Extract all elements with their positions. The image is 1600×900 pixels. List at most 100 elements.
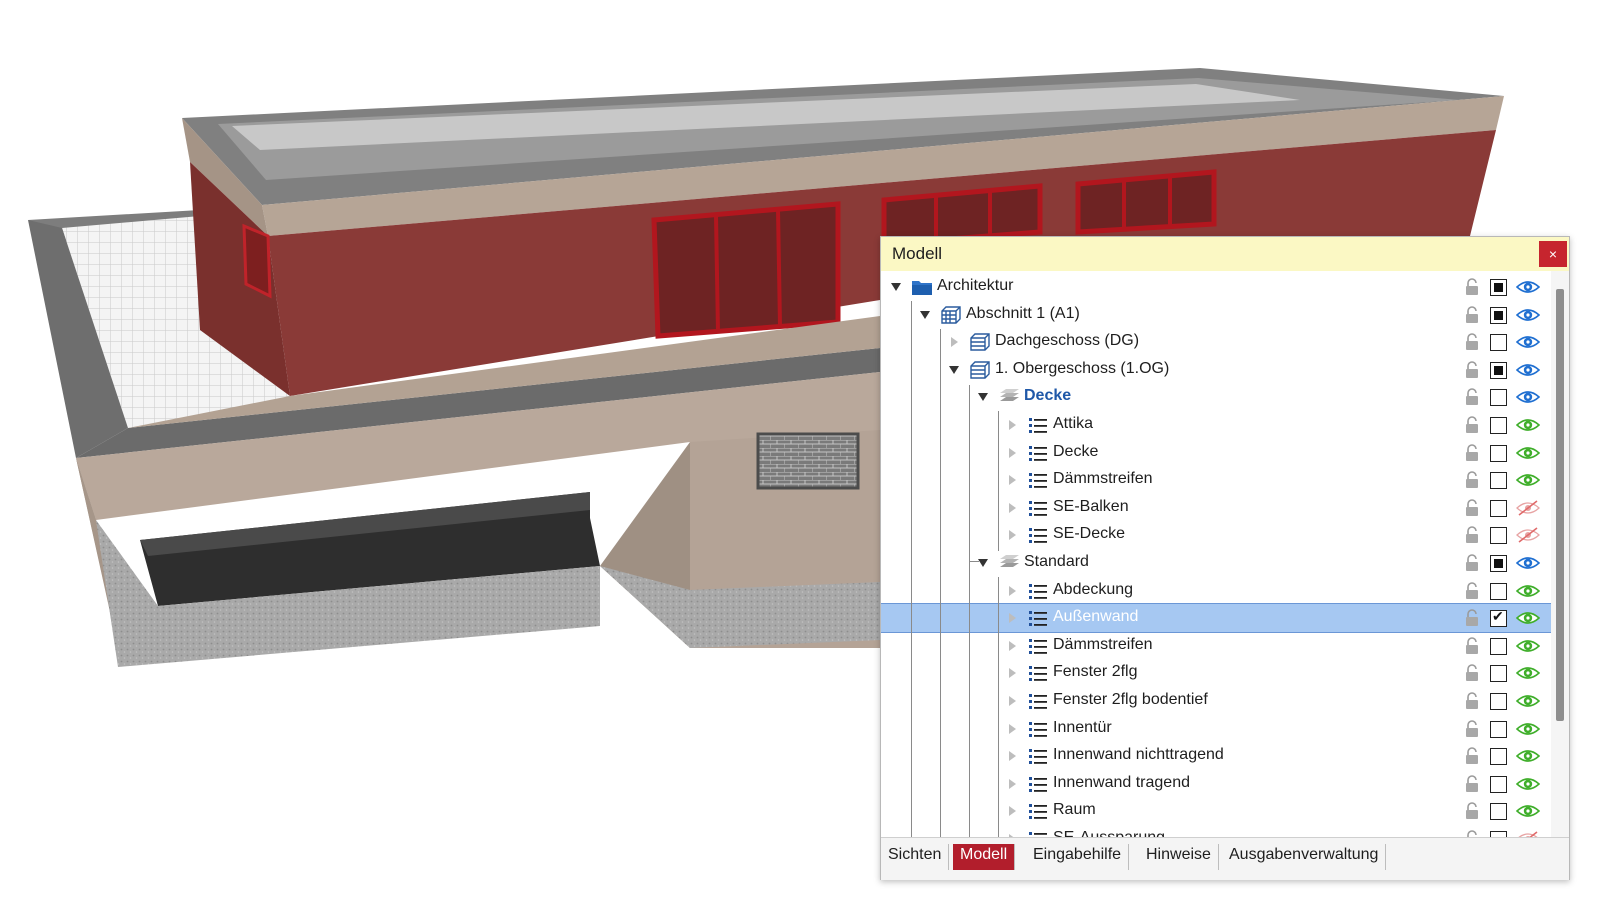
visibility-checkbox[interactable] <box>1490 555 1507 572</box>
lock-icon[interactable] <box>1464 830 1480 837</box>
eye-icon[interactable] <box>1515 748 1541 764</box>
lock-icon[interactable] <box>1464 471 1480 489</box>
tree-row[interactable]: Dämmstreifen <box>881 632 1551 660</box>
tree-row[interactable]: Decke <box>881 383 1551 411</box>
lock-icon[interactable] <box>1464 278 1480 296</box>
visibility-checkbox[interactable] <box>1490 582 1507 600</box>
scrollbar-thumb[interactable] <box>1556 289 1564 721</box>
expand-arrow-icon[interactable] <box>1009 585 1016 596</box>
collapse-arrow-icon[interactable] <box>920 310 930 319</box>
lock-icon[interactable] <box>1464 526 1480 544</box>
lock-icon[interactable] <box>1464 637 1480 655</box>
eye-icon[interactable] <box>1515 610 1541 626</box>
visibility-checkbox[interactable] <box>1490 720 1507 738</box>
tab-modell[interactable]: Modell <box>953 844 1016 870</box>
visibility-checkbox[interactable] <box>1490 665 1507 683</box>
lock-icon[interactable] <box>1464 388 1480 406</box>
lock-icon[interactable] <box>1464 333 1480 351</box>
collapse-arrow-icon[interactable] <box>978 559 988 567</box>
lock-icon[interactable] <box>1464 305 1480 324</box>
eye-icon[interactable] <box>1515 279 1541 295</box>
tree-row[interactable]: 1. Obergeschoss (1.OG) <box>881 356 1551 384</box>
tree-row[interactable]: Innentür <box>881 715 1551 743</box>
tab-sichten[interactable]: Sichten <box>881 844 950 870</box>
visibility-checkbox[interactable] <box>1490 444 1507 462</box>
tree-row[interactable]: Architektur <box>881 273 1551 301</box>
lock-icon[interactable] <box>1464 692 1480 710</box>
expand-arrow-icon[interactable] <box>1009 447 1016 458</box>
visibility-checkbox[interactable] <box>1490 279 1507 296</box>
eye-icon[interactable] <box>1515 334 1541 350</box>
eye-hidden-icon[interactable] <box>1516 500 1540 516</box>
expand-arrow-icon[interactable] <box>1009 613 1016 624</box>
visibility-checkbox[interactable] <box>1490 499 1507 517</box>
expand-arrow-icon[interactable] <box>1009 420 1016 430</box>
tree-row[interactable]: Abdeckung <box>881 577 1551 605</box>
lock-icon[interactable] <box>1464 416 1480 434</box>
tree-row[interactable]: Innenwand nichttragend <box>881 742 1551 770</box>
eye-icon[interactable] <box>1515 803 1541 819</box>
tree-row[interactable]: Standard <box>881 549 1551 577</box>
tree-row[interactable]: Außenwand <box>881 603 1552 634</box>
tree-row[interactable]: SE-Balken <box>881 494 1551 522</box>
eye-icon[interactable] <box>1515 776 1541 792</box>
eye-icon[interactable] <box>1515 389 1541 405</box>
collapse-arrow-icon[interactable] <box>891 283 901 291</box>
expand-arrow-icon[interactable] <box>1009 530 1016 541</box>
tab-ausgabenverwaltung[interactable]: Ausgabenverwaltung <box>1222 844 1387 870</box>
visibility-checkbox[interactable] <box>1490 361 1507 379</box>
lock-icon[interactable] <box>1464 802 1480 820</box>
visibility-checkbox[interactable] <box>1490 608 1507 628</box>
expand-arrow-icon[interactable] <box>1009 502 1016 513</box>
lock-icon[interactable] <box>1464 581 1480 600</box>
tree-row[interactable]: Dämmstreifen <box>881 466 1551 494</box>
visibility-checkbox[interactable] <box>1490 637 1507 655</box>
tree-row[interactable]: Abschnitt 1 (A1) <box>881 301 1551 329</box>
visibility-checkbox[interactable] <box>1490 527 1507 545</box>
lock-icon[interactable] <box>1464 775 1480 793</box>
eye-hidden-icon[interactable] <box>1516 527 1540 544</box>
tree-row[interactable]: Dachgeschoss (DG) <box>881 328 1551 356</box>
eye-icon[interactable] <box>1515 721 1541 737</box>
eye-icon[interactable] <box>1515 417 1541 433</box>
lock-icon[interactable] <box>1464 719 1480 738</box>
expand-arrow-icon[interactable] <box>1009 723 1016 734</box>
eye-icon[interactable] <box>1515 362 1541 378</box>
tree-row[interactable]: Decke <box>881 439 1551 467</box>
visibility-checkbox[interactable] <box>1490 803 1507 821</box>
lock-icon[interactable] <box>1464 361 1480 379</box>
eye-icon[interactable] <box>1515 555 1541 571</box>
visibility-checkbox[interactable] <box>1490 334 1507 352</box>
visibility-checkbox[interactable] <box>1490 472 1507 490</box>
tree-row[interactable]: Fenster 2flg bodentief <box>881 687 1551 715</box>
eye-icon[interactable] <box>1515 307 1541 323</box>
eye-icon[interactable] <box>1515 472 1541 488</box>
lock-icon[interactable] <box>1464 499 1480 517</box>
collapse-arrow-icon[interactable] <box>949 365 959 374</box>
visibility-checkbox[interactable] <box>1490 417 1507 434</box>
expand-arrow-icon[interactable] <box>1009 806 1016 817</box>
visibility-checkbox[interactable] <box>1490 389 1507 407</box>
close-button[interactable]: × <box>1539 241 1567 267</box>
lock-icon[interactable] <box>1464 747 1480 765</box>
tree-row[interactable]: SE-Decke <box>881 521 1551 549</box>
expand-arrow-icon[interactable] <box>1009 668 1016 679</box>
lock-icon[interactable] <box>1464 664 1480 682</box>
expand-arrow-icon[interactable] <box>1009 640 1016 651</box>
eye-icon[interactable] <box>1515 583 1541 599</box>
lock-icon[interactable] <box>1464 609 1480 627</box>
tree-row[interactable]: Fenster 2flg <box>881 659 1551 687</box>
visibility-checkbox[interactable] <box>1490 748 1507 766</box>
eye-icon[interactable] <box>1515 638 1541 654</box>
collapse-arrow-icon[interactable] <box>978 393 988 402</box>
tree-row[interactable]: SE-Aussparung <box>881 825 1551 837</box>
expand-arrow-icon[interactable] <box>1009 751 1016 762</box>
visibility-checkbox[interactable] <box>1490 775 1507 793</box>
lock-icon[interactable] <box>1464 554 1480 572</box>
expand-arrow-icon[interactable] <box>951 337 958 348</box>
expand-arrow-icon[interactable] <box>1009 778 1016 789</box>
vertical-scrollbar[interactable] <box>1551 271 1569 837</box>
visibility-checkbox[interactable] <box>1490 693 1507 710</box>
expand-arrow-icon[interactable] <box>1009 475 1016 486</box>
eye-icon[interactable] <box>1515 693 1541 709</box>
